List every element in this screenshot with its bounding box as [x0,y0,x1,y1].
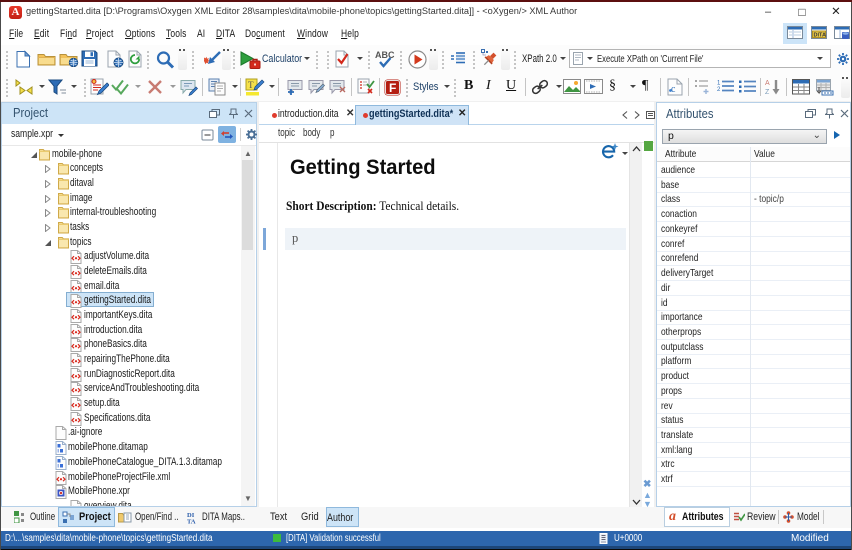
svg-text:Z: Z [765,89,770,96]
svg-text:F: F [389,81,396,95]
svg-text:1: 1 [717,81,721,87]
svg-text:T: T [248,80,254,90]
svg-text:ABC: ABC [375,50,395,60]
svg-text:DITA: DITA [814,33,826,39]
svg-text:TA: TA [187,519,196,525]
svg-text:A: A [765,80,770,87]
svg-text:2: 2 [717,87,721,93]
svg-text:c: c [671,84,676,95]
